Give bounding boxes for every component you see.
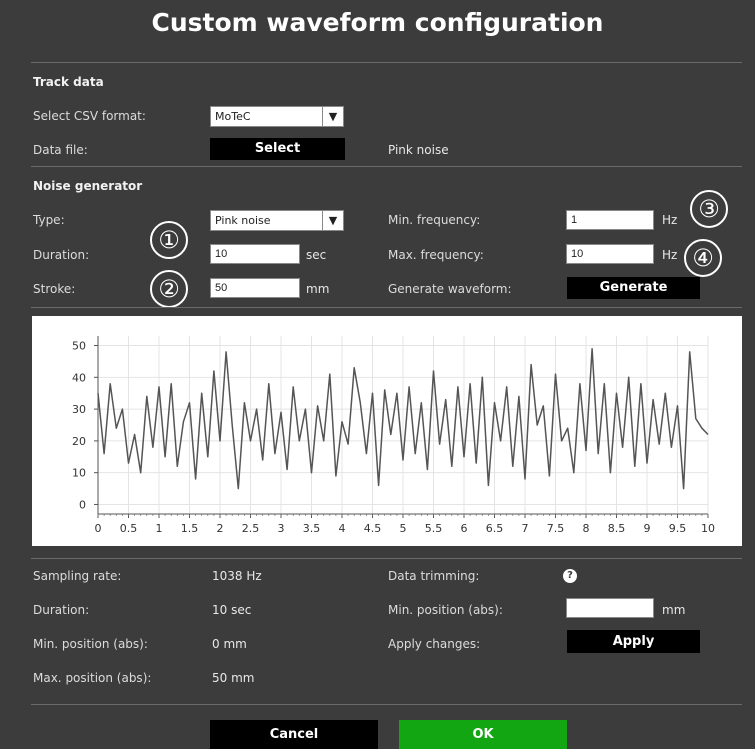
data-file-value: Pink noise <box>388 143 449 157</box>
waveform-chart-svg: 0 0.5 1 1.5 2 2.5 3 3.5 4 4.5 5 5.5 6 6.5 7 7.5 8 8.5 9 9.5… <box>72 336 715 535</box>
x-tick-label: 4 <box>339 522 346 535</box>
y-tick-label: 40 <box>72 371 86 384</box>
x-tick-label: 2 <box>217 522 224 535</box>
help-icon[interactable]: ? <box>563 569 577 583</box>
x-tick-label: 5 <box>400 522 407 535</box>
max-position-value: 50 mm <box>212 671 255 685</box>
trim-min-position-label: Min. position (abs): <box>388 603 503 617</box>
marker-2: ② <box>150 270 188 308</box>
x-tick-label: 8.5 <box>608 522 626 535</box>
x-tick-label: 6.5 <box>486 522 504 535</box>
csv-format-select[interactable]: MoTeC ▼ <box>210 106 344 127</box>
track-divider <box>31 166 742 167</box>
x-tick-label: 5.5 <box>425 522 443 535</box>
min-position-value: 0 mm <box>212 637 247 651</box>
select-button[interactable]: Select <box>210 138 345 160</box>
x-tick-label: 0 <box>95 522 102 535</box>
min-frequency-label: Min. frequency: <box>388 213 481 227</box>
x-tick-label: 2.5 <box>242 522 260 535</box>
x-tick-label: 9.5 <box>669 522 687 535</box>
data-file-label: Data file: <box>33 143 88 157</box>
dropdown-arrow-icon[interactable]: ▼ <box>322 211 343 230</box>
x-tick-label: 7 <box>522 522 529 535</box>
duration-input[interactable] <box>210 244 300 264</box>
csv-format-label: Select CSV format: <box>33 109 146 123</box>
marker-3: ③ <box>690 190 728 228</box>
max-frequency-unit: Hz <box>662 248 678 262</box>
x-tick-label: 1 <box>156 522 163 535</box>
y-tick-label: 50 <box>72 340 86 353</box>
info-duration-label: Duration: <box>33 603 90 617</box>
chart-divider <box>31 558 742 559</box>
track-data-heading: Track data <box>33 75 104 89</box>
y-tick-label: 0 <box>79 498 86 511</box>
waveform-chart: 0 0.5 1 1.5 2 2.5 3 3.5 4 4.5 5 5.5 6 6.5 7 7.5 8 8.5 9 9.5… <box>32 316 742 546</box>
dropdown-arrow-icon[interactable]: ▼ <box>322 107 343 126</box>
y-tick-label: 20 <box>72 435 86 448</box>
stroke-label: Stroke: <box>33 282 76 296</box>
noise-type-value: Pink noise <box>215 214 271 227</box>
x-tick-label: 10 <box>701 522 715 535</box>
max-frequency-input[interactable] <box>566 244 654 264</box>
noise-divider <box>31 307 742 308</box>
min-frequency-unit: Hz <box>662 213 678 227</box>
title-divider <box>31 62 742 63</box>
noise-type-select[interactable]: Pink noise ▼ <box>210 210 344 231</box>
csv-format-value: MoTeC <box>215 110 251 123</box>
duration-label: Duration: <box>33 248 90 262</box>
generate-button[interactable]: Generate <box>567 277 700 299</box>
dialog-title: Custom waveform configuration <box>151 8 604 37</box>
x-tick-label: 8 <box>583 522 590 535</box>
data-trimming-label: Data trimming: <box>388 569 480 583</box>
x-tick-label: 9 <box>644 522 651 535</box>
sampling-rate-value: 1038 Hz <box>212 569 262 583</box>
apply-button[interactable]: Apply <box>567 630 700 653</box>
max-frequency-label: Max. frequency: <box>388 248 484 262</box>
trim-min-position-input[interactable] <box>566 598 654 618</box>
ok-button[interactable]: OK <box>399 720 567 749</box>
x-tick-label: 0.5 <box>120 522 138 535</box>
type-label: Type: <box>33 213 65 227</box>
x-tick-label: 3.5 <box>303 522 321 535</box>
trim-min-position-unit: mm <box>662 603 686 617</box>
y-tick-label: 10 <box>72 467 86 480</box>
sampling-rate-label: Sampling rate: <box>33 569 122 583</box>
duration-unit: sec <box>306 248 327 262</box>
stroke-input[interactable] <box>210 278 300 298</box>
x-tick-label: 4.5 <box>364 522 382 535</box>
x-tick-label: 7.5 <box>547 522 565 535</box>
min-frequency-input[interactable] <box>566 210 654 230</box>
stroke-unit: mm <box>306 282 330 296</box>
info-duration-value: 10 sec <box>212 603 252 617</box>
marker-1: ① <box>150 221 188 259</box>
x-tick-label: 3 <box>278 522 285 535</box>
min-position-label: Min. position (abs): <box>33 637 148 651</box>
generate-waveform-label: Generate waveform: <box>388 282 512 296</box>
apply-changes-label: Apply changes: <box>388 637 481 651</box>
marker-4: ④ <box>684 239 722 277</box>
noise-generator-heading: Noise generator <box>33 179 143 193</box>
y-tick-label: 30 <box>72 403 86 416</box>
footer-divider <box>31 704 742 705</box>
x-tick-label: 1.5 <box>181 522 199 535</box>
cancel-button[interactable]: Cancel <box>210 720 378 749</box>
max-position-label: Max. position (abs): <box>33 671 152 685</box>
x-tick-label: 6 <box>461 522 468 535</box>
